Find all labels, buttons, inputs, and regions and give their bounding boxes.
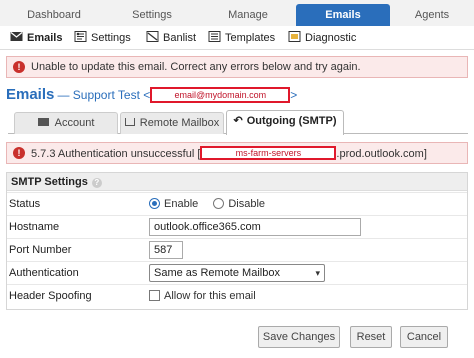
subnav-templates[interactable]: Templates xyxy=(208,30,275,46)
panel-title: SMTP Settings xyxy=(11,176,88,188)
port-label: Port Number xyxy=(9,244,72,256)
diagnostic-icon xyxy=(288,31,301,42)
envelope-icon xyxy=(10,32,23,41)
tab-settings[interactable]: Settings xyxy=(104,4,200,26)
smtp-settings-panel: SMTP Settings? Status Enable Disable Hos… xyxy=(6,172,468,310)
page-title: Emails xyxy=(6,86,55,103)
error-icon: ! xyxy=(13,147,25,159)
top-nav: Dashboard Settings Manage Emails Agents xyxy=(0,0,474,26)
subnav-settings[interactable]: Settings xyxy=(74,30,131,46)
envelope-icon xyxy=(37,118,49,126)
reset-button[interactable]: Reset xyxy=(350,326,392,348)
enable-label: Enable xyxy=(164,198,199,210)
tab-account[interactable]: Account xyxy=(14,112,118,134)
disable-label: Disable xyxy=(228,198,266,210)
reply-icon: ↶ xyxy=(233,115,243,127)
banlist-icon xyxy=(146,31,159,42)
page-subtitle: — Support Test < xyxy=(57,88,151,102)
cancel-button[interactable]: Cancel xyxy=(400,326,448,348)
status-label: Status xyxy=(9,198,41,210)
port-input[interactable]: 587 xyxy=(149,241,183,259)
chevron-down-icon: ▾ xyxy=(315,268,320,278)
tab-dashboard[interactable]: Dashboard xyxy=(4,4,104,26)
auth-row: Authentication Same as Remote Mailbox ▾ xyxy=(7,261,467,284)
enable-radio[interactable] xyxy=(149,198,160,209)
server-redaction: ms-farm-servers xyxy=(200,146,337,160)
subnav-banlist[interactable]: Banlist xyxy=(146,30,196,46)
allow-spoofing-checkbox[interactable] xyxy=(149,290,160,301)
error-banner: ! Unable to update this email. Correct a… xyxy=(6,56,468,78)
hostname-label: Hostname xyxy=(9,221,60,233)
tab-remote-mailbox[interactable]: Remote Mailbox xyxy=(120,112,224,134)
subtitle-suffix: > xyxy=(290,88,298,102)
save-changes-button[interactable]: Save Changes xyxy=(258,326,340,348)
tab-agents[interactable]: Agents xyxy=(392,4,472,26)
status-row: Status Enable Disable xyxy=(7,192,467,215)
disable-radio[interactable] xyxy=(213,198,225,209)
sub-nav: Emails Settings Banlist Templates Diagno… xyxy=(0,26,474,50)
page-header: Emails — Support Test < email@mydomain.co… xyxy=(6,86,297,106)
error-message: Unable to update this email. Correct any… xyxy=(31,61,361,73)
auth-label: Authentication xyxy=(9,267,79,279)
tab-emails[interactable]: Emails xyxy=(296,4,390,26)
allow-spoofing-label: Allow for this email xyxy=(164,290,256,302)
spoofing-label: Header Spoofing xyxy=(9,290,92,302)
panel-header: SMTP Settings? xyxy=(7,173,467,191)
hostname-row: Hostname outlook.office365.com xyxy=(7,215,467,238)
auth-select[interactable]: Same as Remote Mailbox ▾ xyxy=(149,264,325,282)
smtp-error-suffix: .prod.outlook.com] xyxy=(336,148,427,160)
help-icon[interactable]: ? xyxy=(91,178,102,188)
smtp-error-banner: ! 5.7.3 Authentication unsuccessful [ms-… xyxy=(6,142,468,164)
error-icon: ! xyxy=(13,61,25,73)
port-row: Port Number 587 xyxy=(7,238,467,261)
hostname-input[interactable]: outlook.office365.com xyxy=(149,218,361,236)
templates-icon xyxy=(208,31,221,42)
email-redaction: email@mydomain.com xyxy=(150,87,291,103)
tab-manage[interactable]: Manage xyxy=(200,4,296,26)
subnav-emails[interactable]: Emails xyxy=(10,30,62,46)
smtp-error-prefix: 5.7.3 Authentication unsuccessful [ xyxy=(31,148,201,160)
inbox-icon xyxy=(124,118,135,126)
inner-tabs: Account Remote Mailbox ↶ Outgoing (SMTP) xyxy=(8,110,468,135)
spoofing-row: Header Spoofing Allow for this email xyxy=(7,284,467,307)
settings-icon xyxy=(74,31,87,42)
tab-outgoing-smtp[interactable]: ↶ Outgoing (SMTP) xyxy=(226,110,344,135)
subnav-diagnostic[interactable]: Diagnostic xyxy=(288,30,356,46)
